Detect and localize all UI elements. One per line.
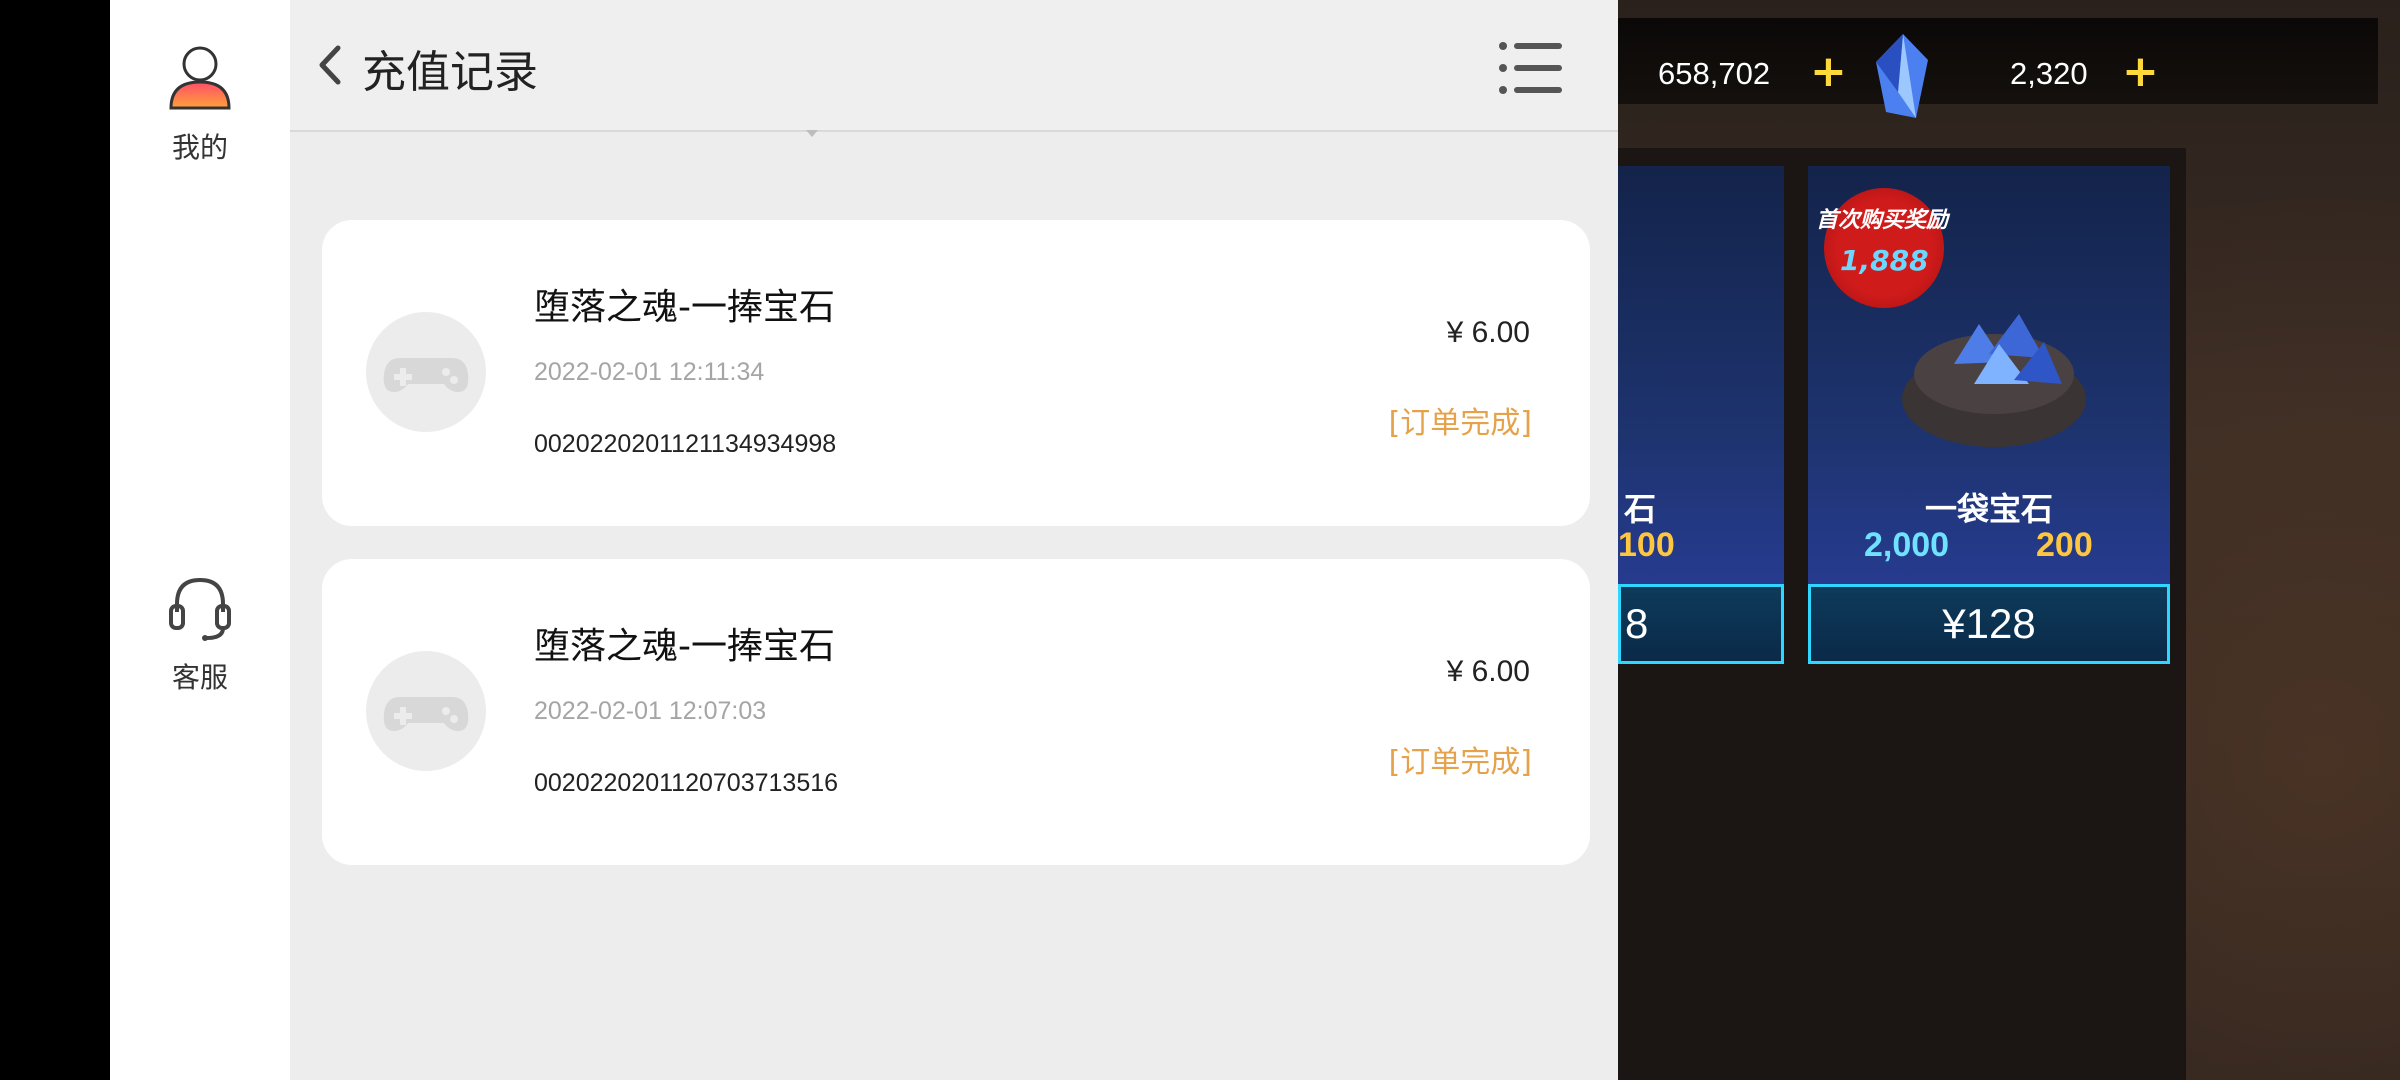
card-name: 石 xyxy=(1624,490,1657,528)
order-price: ¥ 6.00 xyxy=(1446,655,1530,688)
order-status: [订单完成] xyxy=(1388,745,1532,780)
card-stats: 100 xyxy=(1618,526,1784,566)
sidebar-item-label: 客服 xyxy=(171,661,228,694)
order-price: ¥ 6.00 xyxy=(1446,316,1530,349)
order-number: 0020220201121134934998 xyxy=(534,430,837,458)
order-status: [订单完成] xyxy=(1388,406,1532,441)
buy-button[interactable]: 8 xyxy=(1618,584,1784,664)
sidebar-item-label: 我的 xyxy=(171,131,228,164)
add-gold-plus-icon[interactable]: + xyxy=(1810,50,1847,94)
buy-button[interactable]: ¥128 xyxy=(1808,584,2170,664)
card-gold-stat: 200 xyxy=(2036,526,2093,564)
recharge-record-panel: 充值记录 堕落之魂-一捧宝石 2022-02-01 12:11:34 00202… xyxy=(290,0,1618,1080)
order-number: 0020220201120703713516 xyxy=(534,769,839,797)
order-time: 2022-02-01 12:07:03 xyxy=(534,697,767,725)
buy-price: ¥128 xyxy=(1942,600,2036,647)
gamepad-icon xyxy=(366,312,486,432)
menu-list-icon[interactable] xyxy=(1498,40,1564,96)
card-gold-stat: 100 xyxy=(1618,526,1675,564)
sidebar-item-mine[interactable]: 我的 xyxy=(110,42,290,166)
add-gem-plus-icon[interactable]: + xyxy=(2122,50,2159,94)
user-icon xyxy=(169,46,231,110)
gem-amount: 2,320 xyxy=(2010,56,2088,91)
buy-price: 8 xyxy=(1625,600,1649,647)
page-title: 充值记录 xyxy=(362,47,538,98)
card-name: 一袋宝石 xyxy=(1924,490,2053,528)
currency-bar: 658,702 + 2,320 + xyxy=(1618,18,2378,118)
gem-bag-image xyxy=(1902,314,2086,447)
crystal-icon xyxy=(1876,34,1928,118)
record-card[interactable]: 堕落之魂-一捧宝石 2022-02-01 12:07:03 0020220201… xyxy=(322,559,1590,865)
sidebar-item-service[interactable]: 客服 xyxy=(110,572,290,696)
shop-card-gem-bag[interactable]: 首次购买奖励 1,888 一袋宝石 2,000 200 ¥128 xyxy=(1808,166,2170,664)
headset-icon xyxy=(169,577,231,641)
record-card[interactable]: 堕落之魂-一捧宝石 2022-02-01 12:11:34 0020220201… xyxy=(322,220,1590,526)
caret-down-icon xyxy=(806,130,818,137)
gamepad-icon xyxy=(366,651,486,771)
card-stats: 2,000 200 xyxy=(1808,526,2170,566)
gold-amount: 658,702 xyxy=(1658,56,1771,91)
shop-card-partial[interactable]: 石 100 8 xyxy=(1618,166,1784,664)
badge-value: 1,888 xyxy=(1840,244,1929,277)
card-gem-stat: 2,000 xyxy=(1864,526,1950,564)
panel-header: 充值记录 xyxy=(290,0,1618,132)
game-background: 658,702 + 2,320 + 石 100 8 首次购买奖励 1,888 一… xyxy=(1618,0,2400,1080)
chevron-left-icon[interactable] xyxy=(312,40,348,90)
sdk-sidebar: 我的 客服 xyxy=(110,0,290,1080)
product-name: 堕落之魂-一捧宝石 xyxy=(534,626,835,667)
order-time: 2022-02-01 12:11:34 xyxy=(534,358,765,386)
badge-title: 首次购买奖励 xyxy=(1816,208,1949,233)
product-name: 堕落之魂-一捧宝石 xyxy=(534,287,835,328)
